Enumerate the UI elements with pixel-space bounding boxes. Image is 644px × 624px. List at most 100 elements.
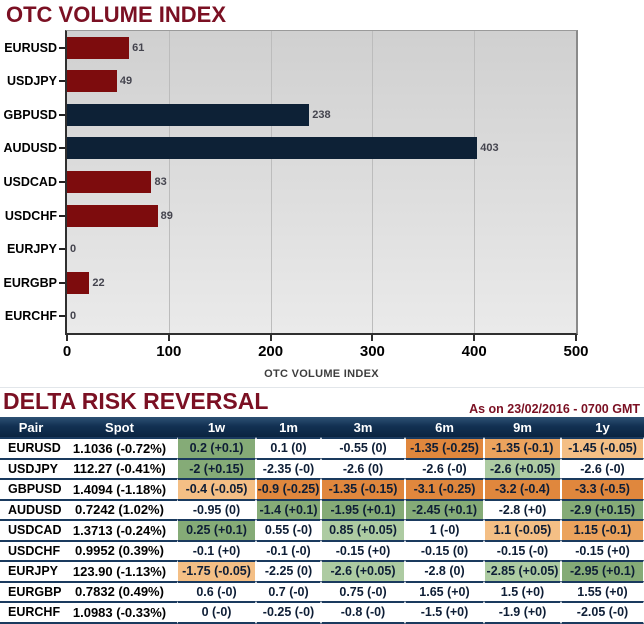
value-cell-audusd-1m: -1.4 (+0.1): [256, 498, 321, 519]
bar-eurusd: [67, 36, 130, 59]
value-cell-audusd-6m: -2.45 (+0.1): [405, 498, 484, 519]
x-tick-mark-300: [371, 335, 374, 341]
bar-band-eurchf: 0: [67, 300, 576, 334]
value-cell-eurusd-3m: -0.55 (0): [321, 437, 405, 458]
value-cell-usdchf-1w: -0.1 (+0): [177, 539, 256, 560]
y-axis-labels: EURUSD USDJPY GBPUSD AUDUSD USDCAD USDCHF EURJ…: [0, 31, 65, 333]
spot-cell-eurgbp: 0.7832 (0.49%): [62, 580, 177, 602]
dashboard-page: OTC VOLUME INDEX 61 49 238 403 83 89 0 22 0 EURU…: [0, 0, 644, 624]
y-axis-label-row: USDCAD: [0, 165, 65, 199]
bar-value-label: 89: [160, 209, 173, 222]
table-row-usdchf: USDCHF 0.9952 (0.39%) -0.1 (+0) -0.1 (-0) -0…: [0, 539, 644, 560]
pair-cell-eurgbp: EURGBP: [0, 580, 62, 602]
bar-band-eurjpy: 0: [67, 232, 576, 266]
x-tick-label-200: 200: [258, 343, 284, 360]
value-cell-usdjpy-9m: -2.6 (+0.05): [484, 457, 561, 478]
y-axis-label-gbpusd: GBPUSD: [3, 107, 57, 122]
y-tick-mark: [59, 248, 65, 251]
value-cell-gbpusd-3m: -1.35 (-0.15): [321, 478, 405, 499]
pair-cell-eurjpy: EURJPY: [0, 560, 62, 581]
bar-gbpusd: [67, 103, 310, 126]
bar-value-label: 238: [312, 108, 331, 121]
column-header-pair: Pair: [0, 417, 62, 437]
table-row-eurusd: EURUSD 1.1036 (-0.72%) 0.2 (+0.1) 0.1 (0) -0…: [0, 437, 644, 458]
value-cell-usdchf-3m: -0.15 (+0): [321, 539, 405, 560]
y-tick-mark: [59, 80, 65, 83]
value-cell-eurjpy-1y: -2.95 (+0.1): [561, 560, 644, 581]
value-cell-usdcad-1y: 1.15 (-0.1): [561, 519, 644, 540]
bar-usdjpy: [67, 70, 117, 93]
pair-cell-audusd: AUDUSD: [0, 498, 62, 520]
x-axis-ticks: 0 100 200 300 400 500: [0, 335, 644, 363]
value-cell-audusd-9m: -2.8 (+0): [484, 498, 561, 519]
column-header-3m: 3m: [321, 417, 405, 437]
table-body: EURUSD 1.1036 (-0.72%) 0.2 (+0.1) 0.1 (0) -0…: [0, 437, 644, 624]
pair-cell-usdcad: USDCAD: [0, 519, 62, 540]
table-row-usdcad: USDCAD 1.3713 (-0.24%) 0.25 (+0.1) 0.55 (-0…: [0, 519, 644, 540]
x-tick-label-400: 400: [461, 343, 487, 360]
value-cell-eurjpy-3m: -2.6 (+0.05): [321, 560, 405, 581]
bar-band-gbpusd: 238: [67, 98, 576, 132]
x-tick-mark-0: [66, 335, 68, 341]
value-cell-eurchf-9m: -1.9 (+0): [484, 601, 561, 624]
pair-cell-eurchf: EURCHF: [0, 601, 62, 624]
spot-cell-usdcad: 1.3713 (-0.24%): [62, 519, 177, 540]
bar-value-label: 49: [119, 75, 133, 88]
value-cell-usdjpy-1m: -2.35 (-0): [256, 457, 321, 478]
table-row-eurgbp: EURGBP 0.7832 (0.49%) 0.6 (-0) 0.7 (-0) 0.75…: [0, 580, 644, 602]
bar-band-eurusd: 61: [67, 31, 576, 65]
value-cell-eurgbp-6m: 1.65 (+0): [405, 580, 484, 601]
y-axis-label-row: USDJPY: [0, 65, 65, 99]
x-tick-label-300: 300: [359, 343, 385, 360]
value-cell-gbpusd-1w: -0.4 (-0.05): [177, 478, 256, 499]
y-tick-mark: [59, 214, 65, 217]
bar-value-label: 83: [154, 176, 167, 189]
value-cell-audusd-3m: -1.95 (+0.1): [321, 498, 405, 519]
value-cell-gbpusd-1m: -0.9 (-0.25): [256, 478, 321, 499]
value-cell-gbpusd-9m: -3.2 (-0.4): [484, 478, 561, 499]
value-cell-usdjpy-6m: -2.6 (-0): [405, 457, 484, 478]
y-axis-label-row: AUDUSD: [0, 132, 65, 166]
column-header-1w: 1w: [177, 417, 256, 437]
pair-cell-gbpusd: GBPUSD: [0, 478, 62, 499]
value-cell-audusd-1y: -2.9 (+0.15): [561, 498, 644, 519]
value-cell-eurgbp-9m: 1.5 (+0): [484, 580, 561, 601]
bar-band-usdjpy: 49: [67, 65, 576, 99]
table-row-gbpusd: GBPUSD 1.4094 (-1.18%) -0.4 (-0.05) -0.9 (-…: [0, 478, 644, 499]
bar-value-label: 403: [480, 142, 499, 155]
value-cell-usdcad-1m: 0.55 (-0): [256, 519, 321, 540]
bar-usdcad: [67, 171, 152, 194]
bar-band-usdcad: 83: [67, 165, 576, 199]
value-cell-eurjpy-1m: -2.25 (0): [256, 560, 321, 581]
spot-cell-gbpusd: 1.4094 (-1.18%): [62, 478, 177, 499]
y-tick-mark: [59, 46, 65, 49]
y-axis-label-row: EURUSD: [0, 31, 65, 65]
value-cell-usdchf-9m: -0.15 (-0): [484, 539, 561, 560]
y-axis-label-row: USDCHF: [0, 199, 65, 233]
pair-cell-eurusd: EURUSD: [0, 437, 62, 458]
y-axis-label-row: EURCHF: [0, 300, 65, 334]
value-cell-usdjpy-1w: -2 (+0.15): [177, 457, 256, 478]
table-row-eurjpy: EURJPY 123.90 (-1.13%) -1.75 (-0.05) -2.25 …: [0, 560, 644, 581]
value-cell-usdjpy-1y: -2.6 (-0): [561, 457, 644, 478]
value-cell-eurusd-1y: -1.45 (-0.05): [561, 437, 644, 458]
spot-cell-usdjpy: 112.27 (-0.41%): [62, 457, 177, 479]
x-tick-label-0: 0: [62, 343, 72, 360]
bar-band-usdchf: 89: [67, 199, 576, 233]
x-tick-mark-100: [167, 335, 170, 341]
column-header-1y: 1y: [561, 417, 644, 437]
column-header-spot: Spot: [62, 417, 177, 437]
x-tick-label-100: 100: [156, 343, 182, 360]
value-cell-eurusd-6m: -1.35 (-0.25): [405, 437, 484, 458]
value-cell-gbpusd-6m: -3.1 (-0.25): [405, 478, 484, 499]
y-axis-label-row: GBPUSD: [0, 98, 65, 132]
table-header-row: Pair Spot 1w 1m 3m 6m 9m 1y: [0, 417, 644, 437]
value-cell-eurusd-1w: 0.2 (+0.1): [177, 437, 256, 458]
table-row-audusd: AUDUSD 0.7242 (1.02%) -0.95 (0) -1.4 (+0.1)…: [0, 498, 644, 520]
bar-value-label: 0: [70, 243, 77, 256]
value-cell-eurchf-3m: -0.8 (-0): [321, 601, 405, 624]
as-on-timestamp: As on 23/02/2016 - 0700 GMT: [469, 402, 640, 416]
bar-band-audusd: 403: [67, 132, 576, 166]
value-cell-usdcad-1w: 0.25 (+0.1): [177, 519, 256, 540]
value-cell-eurgbp-1y: 1.55 (+0): [561, 580, 644, 601]
